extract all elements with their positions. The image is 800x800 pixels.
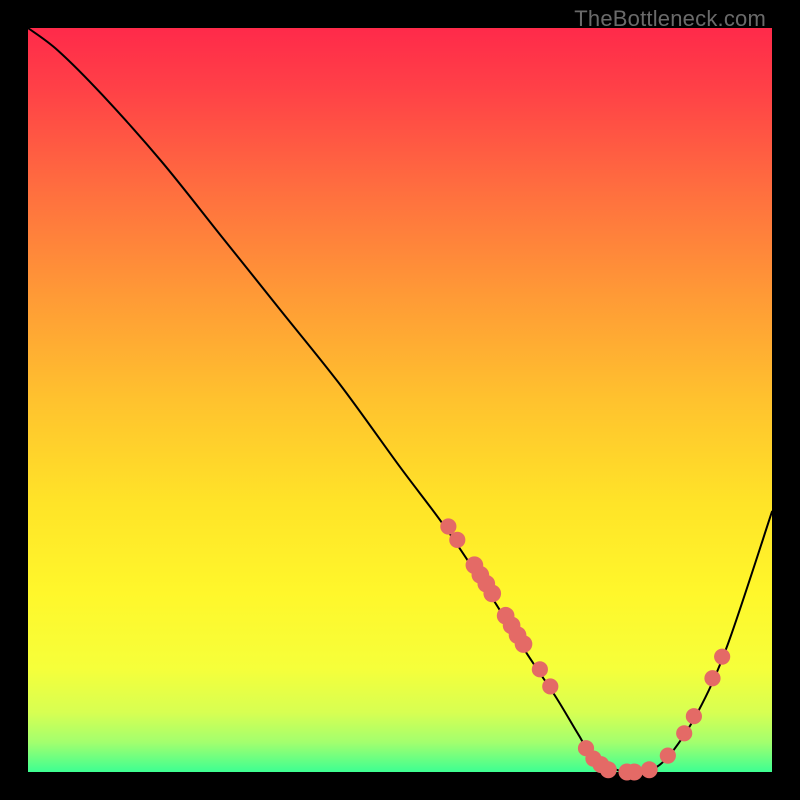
marker-dot bbox=[676, 725, 692, 741]
marker-dot bbox=[660, 748, 676, 764]
marker-dot bbox=[641, 761, 658, 778]
marker-dot bbox=[626, 764, 643, 781]
marker-group bbox=[440, 518, 730, 780]
bottleneck-curve bbox=[28, 28, 772, 774]
marker-dot bbox=[542, 678, 558, 694]
attribution-text: TheBottleneck.com bbox=[574, 6, 766, 32]
chart-svg bbox=[28, 28, 772, 772]
marker-dot bbox=[686, 708, 702, 724]
marker-dot bbox=[532, 661, 548, 677]
marker-dot bbox=[449, 532, 465, 548]
marker-dot bbox=[515, 635, 533, 653]
marker-dot bbox=[600, 761, 617, 778]
marker-dot bbox=[704, 670, 720, 686]
marker-dot bbox=[483, 585, 501, 603]
chart-area bbox=[28, 28, 772, 772]
marker-dot bbox=[714, 649, 730, 665]
marker-dot bbox=[440, 518, 456, 534]
